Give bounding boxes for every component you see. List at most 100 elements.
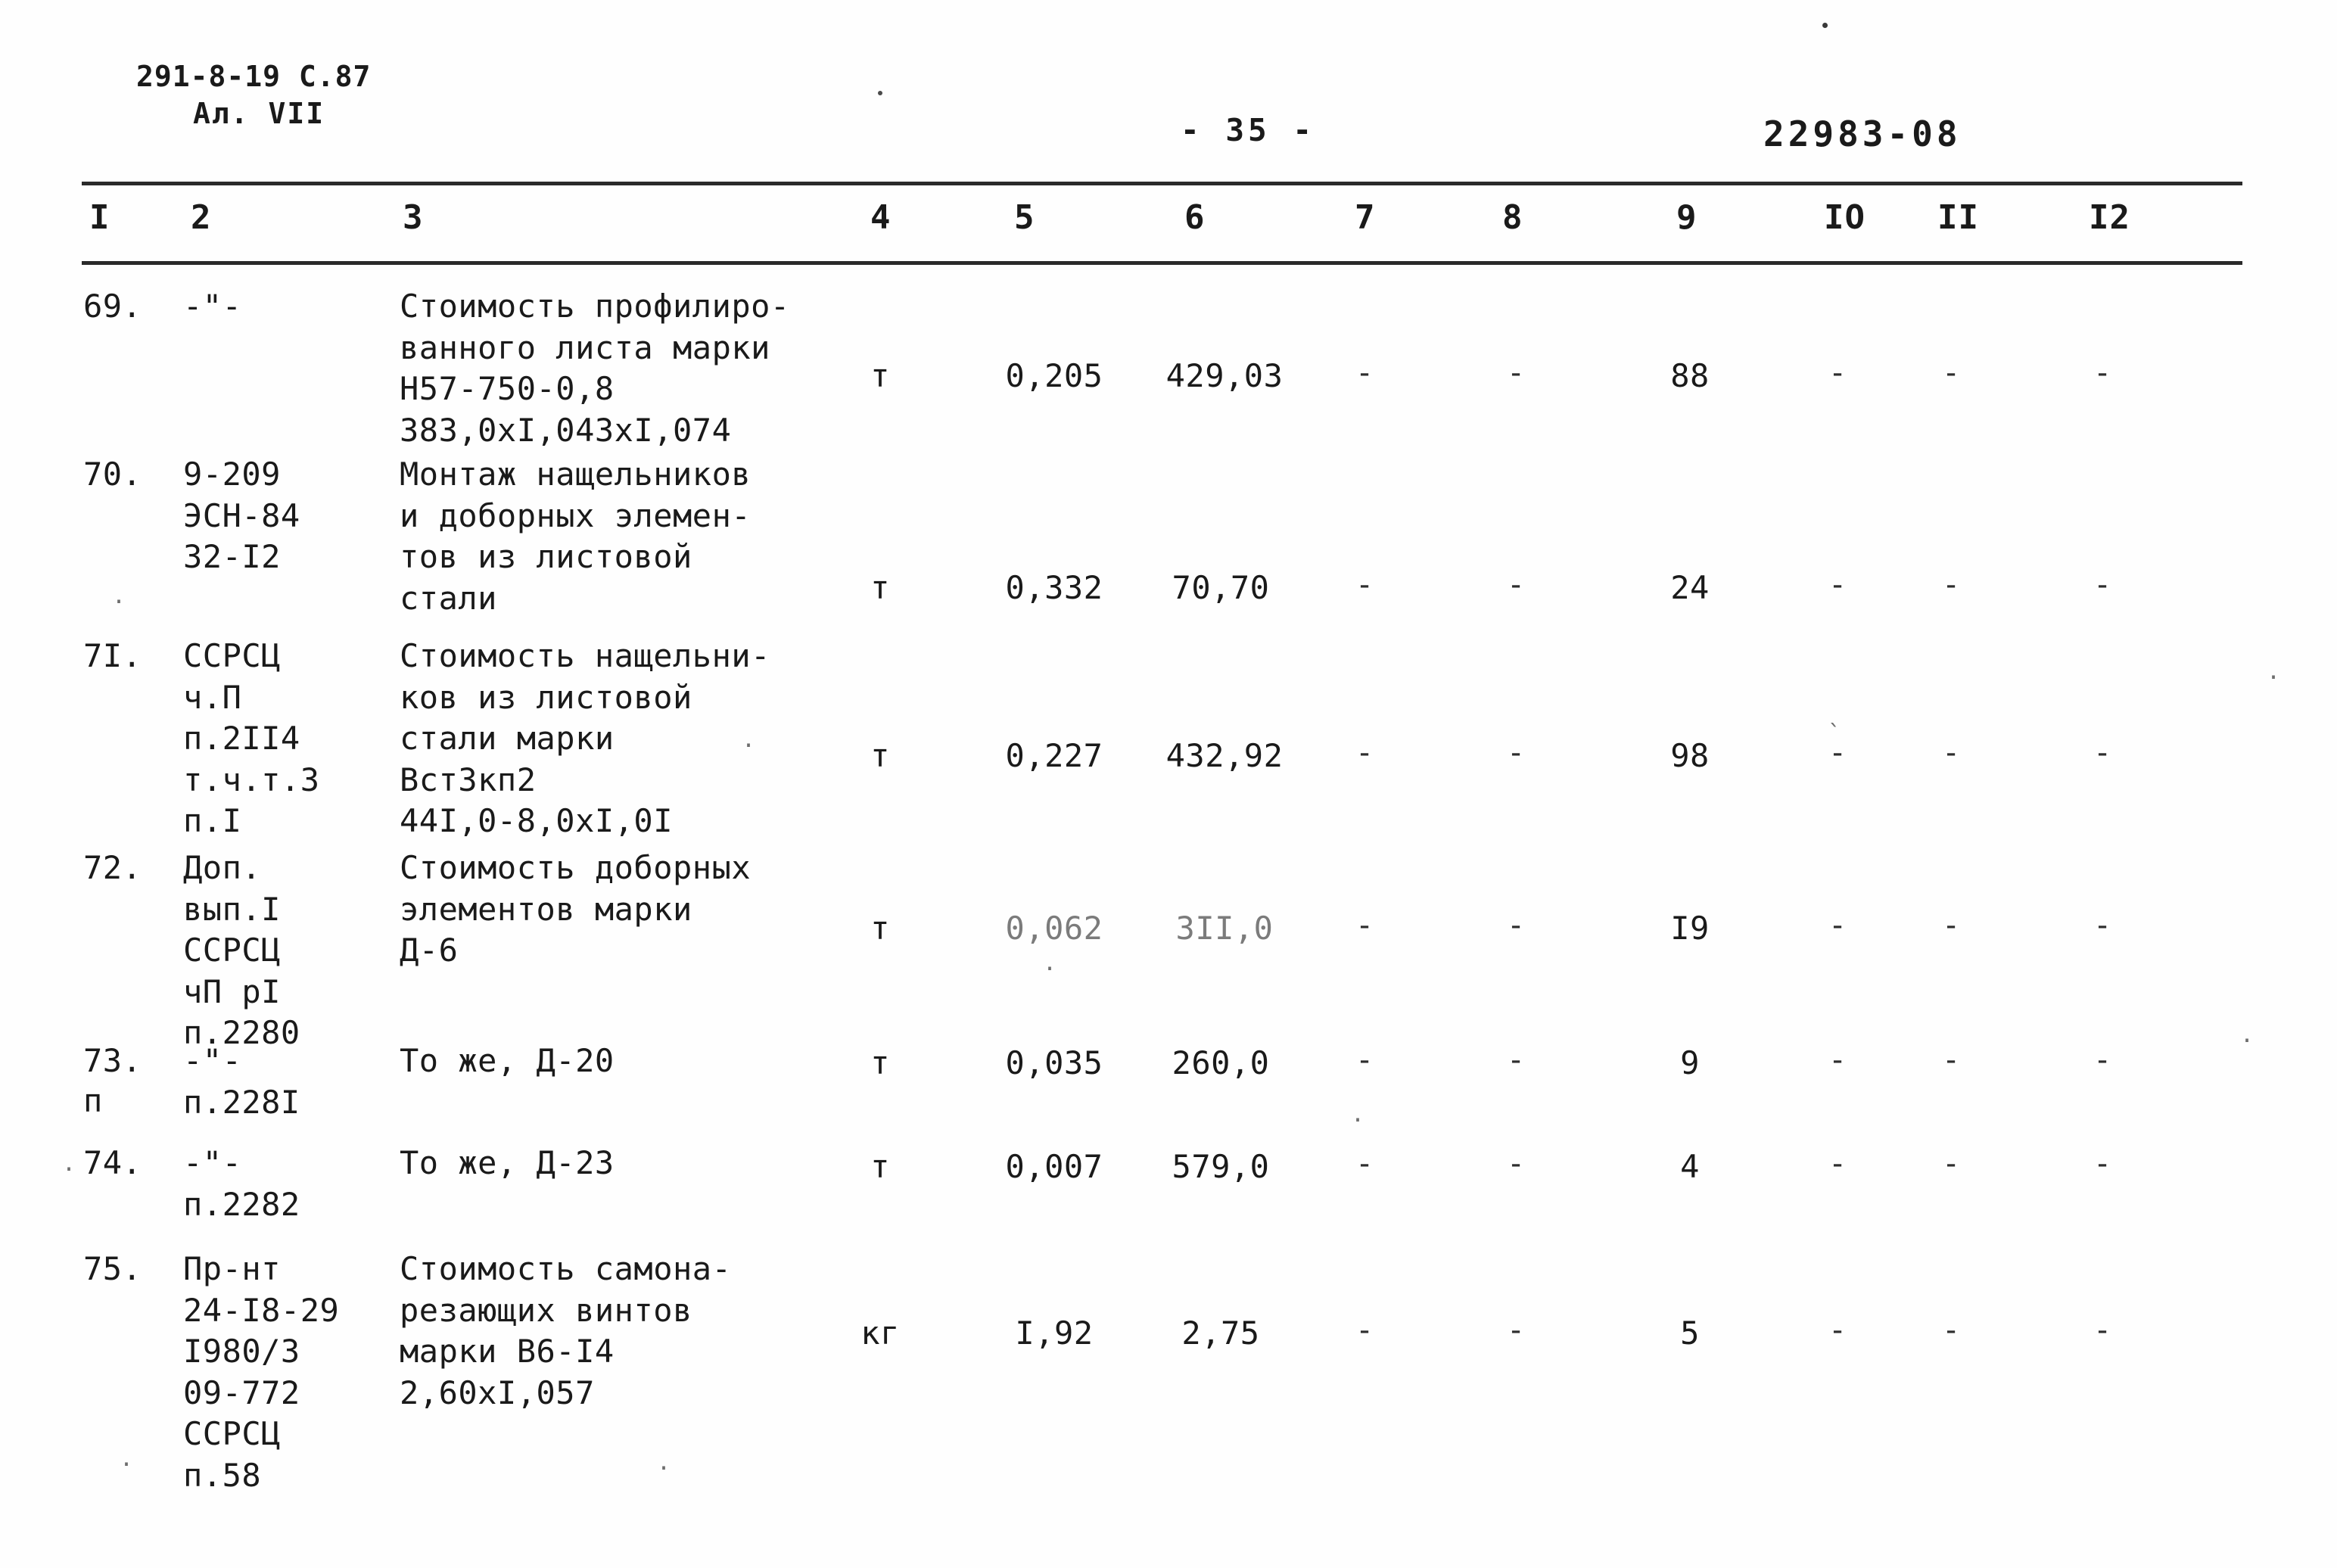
row-value-7: - — [1355, 736, 1374, 770]
row-value-10: - — [1828, 1146, 1847, 1181]
row-value-12: - — [2093, 908, 2112, 943]
row-value-6: 3II,0 — [1175, 910, 1274, 947]
table-row: 73. — [83, 1042, 142, 1079]
row-unit: т — [870, 910, 890, 947]
column-header-8: 8 — [1502, 198, 1523, 237]
row-value-5: 0,332 — [1005, 569, 1103, 606]
scan-artifact-mark: . — [1351, 1101, 1365, 1128]
column-header-4: 4 — [870, 198, 892, 237]
row-description: Стоимость доборных элементов марки Д-6 — [400, 849, 752, 969]
row-value-11: - — [1941, 1146, 1961, 1181]
scan-artifact-mark: . — [2240, 1022, 2255, 1048]
row-value-8: - — [1506, 356, 1526, 390]
row-value-8: - — [1506, 736, 1526, 770]
table-top-rule — [82, 182, 2242, 185]
row-code: -"- п.2282 — [183, 1144, 300, 1223]
scan-artifact-dot — [878, 91, 882, 95]
row-value-7: - — [1355, 908, 1374, 943]
column-header-9: 9 — [1676, 198, 1698, 237]
row-value-9: 98 — [1670, 737, 1710, 774]
column-header-2: 2 — [191, 198, 212, 237]
document-number: 22983-08 — [1763, 114, 1962, 154]
row-value-12: - — [2093, 1043, 2112, 1078]
column-header-5: 5 — [1014, 198, 1035, 237]
column-header-3: 3 — [403, 198, 424, 237]
row-value-7: - — [1355, 1043, 1374, 1078]
row-unit: т — [870, 569, 890, 606]
row-code: ССРСЦ ч.П п.2II4 т.ч.т.3 п.I — [183, 637, 320, 840]
page-header: 291-8-19 С.87 Ал. VII - 35 - 22983-08 — [0, 0, 2337, 174]
column-header-1: I — [89, 198, 110, 237]
row-value-9: 24 — [1670, 569, 1710, 606]
table-header-rule — [82, 261, 2242, 265]
row-code: -"- п.228I — [183, 1042, 300, 1121]
page-number: - 35 - — [1181, 112, 1316, 148]
row-value-9: 5 — [1680, 1314, 1700, 1352]
row-value-7: - — [1355, 1313, 1374, 1348]
column-header-7: 7 — [1355, 198, 1376, 237]
scanned-document-page: 291-8-19 С.87 Ал. VII - 35 - 22983-08 I … — [0, 0, 2337, 1568]
row-description: То же, Д-23 — [400, 1144, 615, 1181]
row-description: То же, Д-20 — [400, 1042, 615, 1079]
row-value-5: I,92 — [1015, 1314, 1094, 1352]
row-value-8: - — [1506, 568, 1526, 602]
row-code: Доп. вып.I ССРСЦ чП рI п.2280 — [183, 849, 300, 1052]
row-value-12: - — [2093, 1313, 2112, 1348]
row-value-7: - — [1355, 1146, 1374, 1181]
row-value-9: 9 — [1680, 1044, 1700, 1081]
row-extra-mark: п — [83, 1082, 103, 1119]
row-value-9: 88 — [1670, 357, 1710, 394]
row-value-6: 429,03 — [1165, 357, 1284, 394]
row-unit: т — [870, 737, 890, 774]
row-value-8: - — [1506, 1146, 1526, 1181]
row-value-5: 0,035 — [1005, 1044, 1103, 1081]
row-description: Стоимость нащельни- ков из листовой стал… — [400, 637, 770, 840]
row-value-10: - — [1828, 908, 1847, 943]
row-value-9: 4 — [1680, 1148, 1700, 1185]
scan-artifact-mark: . — [120, 1445, 134, 1472]
scan-artifact-mark: ` — [1828, 720, 1842, 747]
row-value-8: - — [1506, 1043, 1526, 1078]
row-value-10: - — [1828, 568, 1847, 602]
scan-artifact-mark: . — [742, 726, 756, 753]
table-row: 69. — [83, 288, 142, 325]
table-row: 72. — [83, 849, 142, 886]
row-value-10: - — [1828, 1313, 1847, 1348]
row-value-5: 0,205 — [1005, 357, 1103, 394]
row-value-6: 70,70 — [1172, 569, 1270, 606]
row-value-11: - — [1941, 908, 1961, 943]
row-value-5: 0,007 — [1005, 1148, 1103, 1185]
table-row: 7I. — [83, 637, 142, 674]
row-unit: кг — [860, 1314, 900, 1352]
row-value-12: - — [2093, 568, 2112, 602]
column-header-12: I2 — [2089, 198, 2130, 237]
row-value-12: - — [2093, 356, 2112, 390]
document-reference-line-2: Ал. VII — [193, 97, 325, 130]
row-unit: т — [870, 357, 890, 394]
row-description: Стоимость профилиро- ванного листа марки… — [400, 288, 790, 449]
row-code: 9-209 ЭСН-84 32-I2 — [183, 456, 300, 576]
column-header-6: 6 — [1184, 198, 1206, 237]
document-reference-line-1: 291-8-19 С.87 — [136, 60, 372, 93]
table-row: 74. — [83, 1144, 142, 1181]
row-description: Стоимость самона- резающих винтов марки … — [400, 1250, 732, 1411]
row-unit: т — [870, 1148, 890, 1185]
row-code: -"- — [183, 288, 242, 325]
row-value-6: 579,0 — [1172, 1148, 1270, 1185]
table-row: 75. — [83, 1250, 142, 1287]
scan-artifact-dot — [1822, 23, 1828, 28]
scan-artifact-mark: . — [62, 1150, 76, 1177]
scan-artifact-mark: . — [112, 583, 126, 609]
scan-artifact-mark: . — [657, 1449, 671, 1476]
row-value-5: 0,062 — [1005, 910, 1103, 947]
row-value-5: 0,227 — [1005, 737, 1103, 774]
row-value-11: - — [1941, 568, 1961, 602]
row-unit: т — [870, 1044, 890, 1081]
row-value-11: - — [1941, 736, 1961, 770]
column-header-11: II — [1937, 198, 1979, 237]
scan-artifact-mark: . — [1043, 950, 1057, 976]
row-value-8: - — [1506, 908, 1526, 943]
scan-artifact-mark: . — [2267, 658, 2281, 685]
row-value-8: - — [1506, 1313, 1526, 1348]
row-value-7: - — [1355, 568, 1374, 602]
